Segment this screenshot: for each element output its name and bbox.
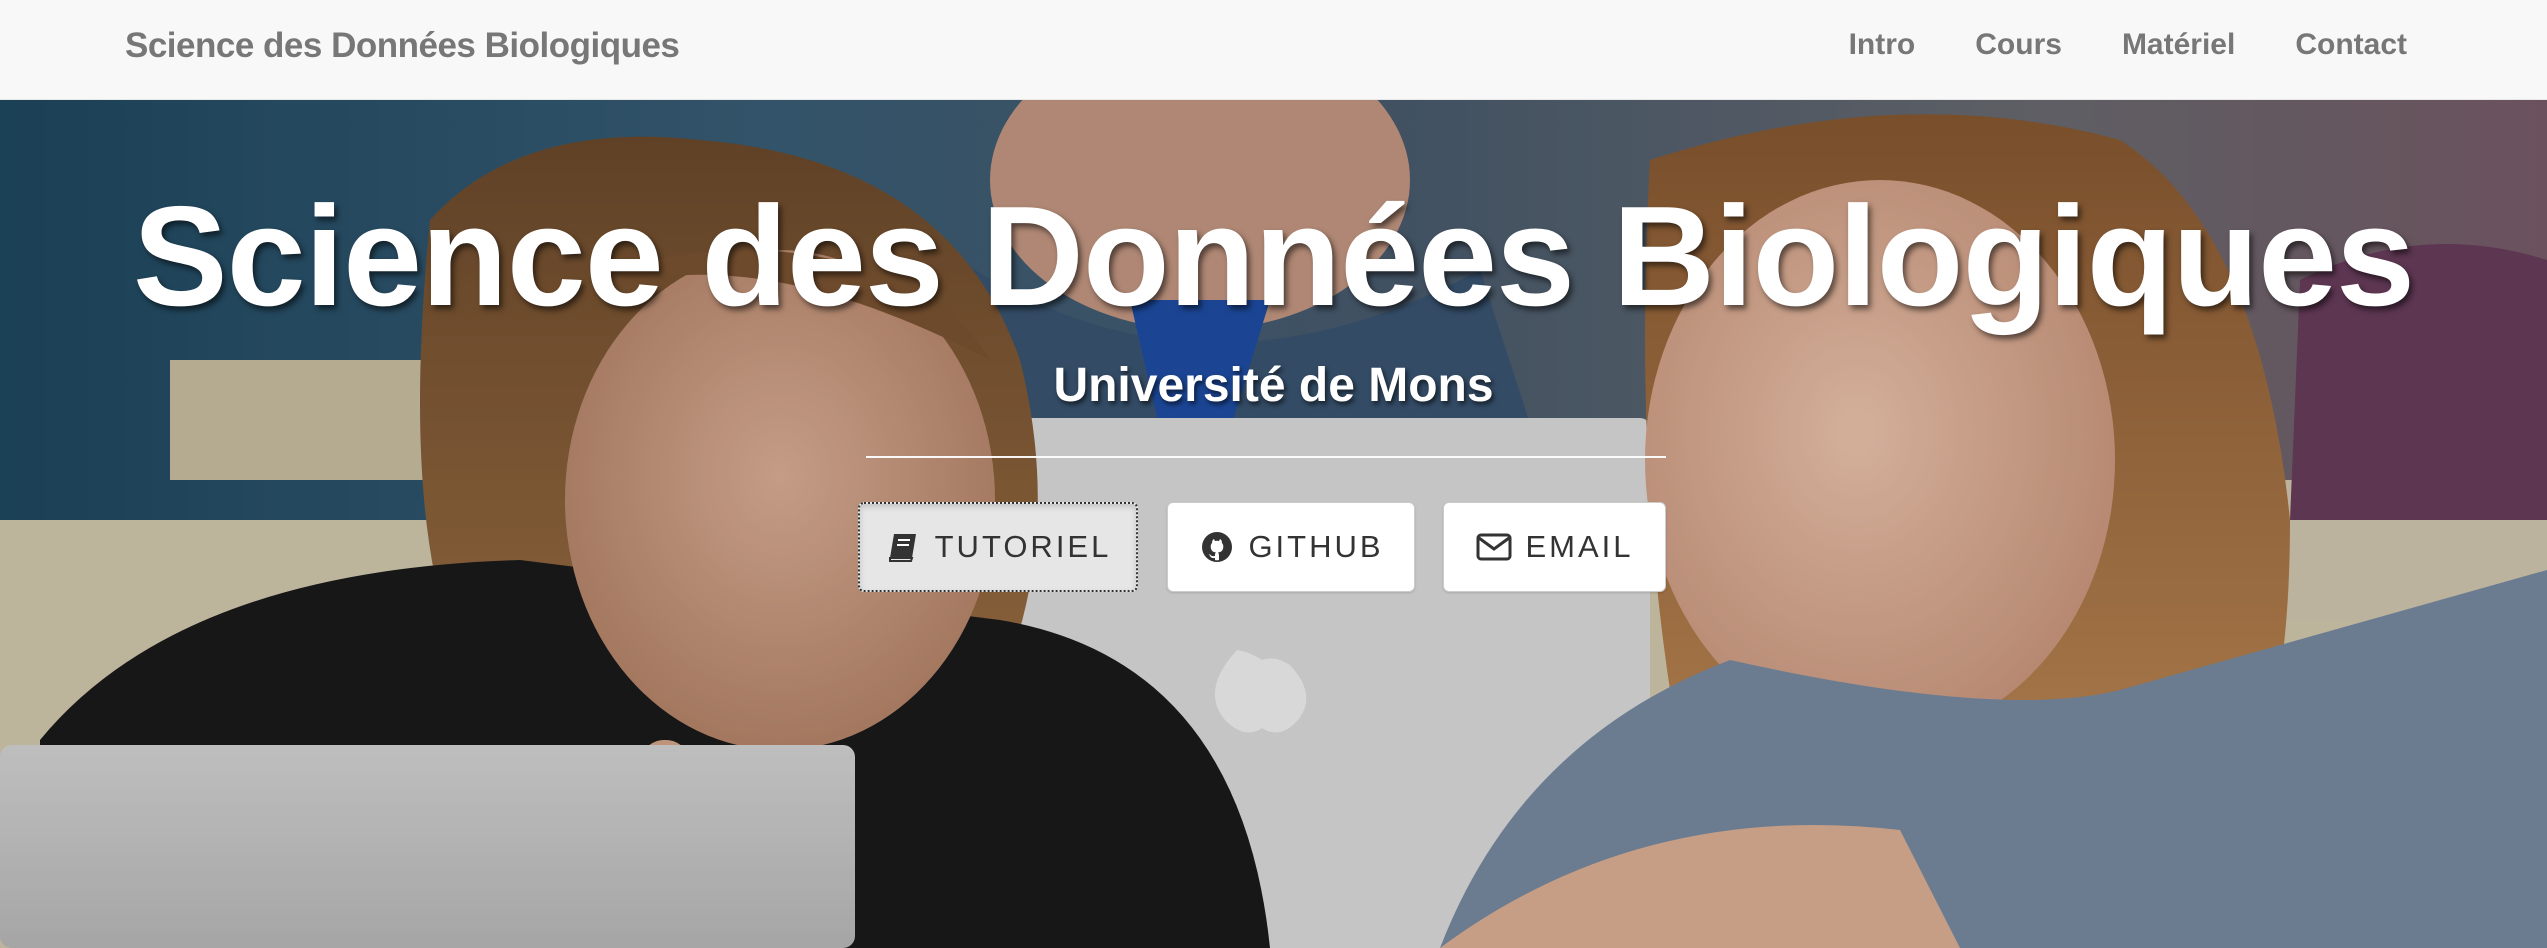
navbar-brand[interactable]: Science des Données Biologiques [125, 26, 680, 66]
tutoriel-button-label: TUTORIEL [934, 529, 1112, 564]
email-button[interactable]: EMAIL [1443, 502, 1666, 592]
navbar: Science des Données Biologiques Intro Co… [0, 0, 2547, 100]
hero-title: Science des Données Biologiques [132, 177, 2415, 336]
hero-button-row: TUTORIEL GITHUB EMAIL [0, 502, 2547, 592]
nav-link-contact[interactable]: Contact [2295, 28, 2407, 62]
email-button-label: EMAIL [1525, 529, 1634, 564]
hero-section: Science des Données Biologiques Universi… [0, 100, 2547, 948]
nav-link-materiel[interactable]: Matériel [2122, 28, 2235, 62]
github-icon [1198, 528, 1236, 566]
github-button-label: GITHUB [1248, 529, 1384, 564]
hero-content: Science des Données Biologiques Universi… [0, 100, 2547, 948]
hero-subtitle: Université de Mons [1053, 359, 1494, 412]
hero-divider [866, 456, 1666, 458]
tutoriel-button[interactable]: TUTORIEL [858, 502, 1138, 592]
nav-link-intro[interactable]: Intro [1849, 28, 1916, 62]
nav-links: Intro Cours Matériel Contact [1789, 28, 2407, 62]
book-icon [885, 528, 923, 566]
github-button[interactable]: GITHUB [1167, 502, 1415, 592]
nav-link-cours[interactable]: Cours [1975, 28, 2062, 62]
envelope-icon [1475, 528, 1513, 566]
